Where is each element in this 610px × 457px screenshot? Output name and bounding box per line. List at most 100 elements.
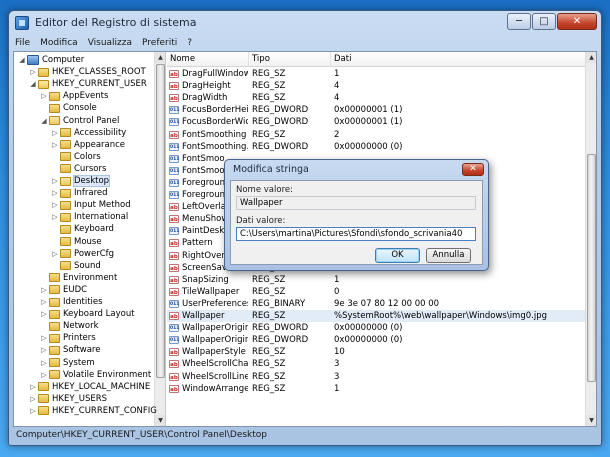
tree-node[interactable]: ▷ HKEY_CLASSES_ROOT (29, 66, 145, 78)
expand-arrow-icon[interactable]: ▷ (40, 346, 48, 354)
minimize-button[interactable]: ─ (507, 13, 531, 30)
tree-node[interactable]: ▷ International (51, 211, 128, 223)
expand-arrow-icon[interactable]: ▷ (40, 371, 48, 379)
expand-arrow-icon[interactable]: ▷ (51, 189, 59, 197)
value-name-field[interactable]: Wallpaper (236, 196, 476, 210)
tree-node[interactable]: ▷ Identities (40, 296, 102, 308)
tree-node[interactable]: ▷ Printers (40, 332, 95, 344)
list-scroll-thumb[interactable] (587, 154, 596, 382)
folder-icon (38, 394, 49, 404)
menu-file[interactable]: File (15, 35, 30, 51)
list-row[interactable]: ab SnapSizing REG_SZ 1 (167, 274, 585, 286)
tree-node[interactable]: ▷ AppEvents (40, 90, 108, 102)
folder-icon (60, 237, 71, 246)
list-row[interactable]: 011WallpaperOriginX REG_DWORD 0x00000000 (… (167, 322, 585, 334)
expand-arrow-icon[interactable]: ◢ (18, 56, 26, 64)
expand-arrow-icon[interactable]: ▷ (40, 92, 48, 100)
tree-node[interactable]: ▷ Input Method (51, 199, 130, 211)
tree-node[interactable]: Colors (51, 151, 101, 163)
list-row[interactable]: 011FocusBorderHei... REG_DWORD 0x00000001 … (167, 104, 585, 116)
ok-button[interactable]: OK (375, 248, 420, 263)
list-row[interactable]: ab FontSmoothing REG_SZ 2 (167, 129, 585, 141)
close-button[interactable]: ✕ (557, 13, 597, 30)
tree-node[interactable]: Console (40, 102, 97, 114)
expand-arrow-icon[interactable]: ▷ (40, 334, 48, 342)
cancel-button[interactable]: Annulla (426, 248, 471, 263)
expand-arrow-icon[interactable]: ▷ (51, 201, 59, 209)
tree-scrollbar[interactable]: ▲ ▼ (154, 52, 165, 426)
expand-arrow-icon[interactable]: ▷ (51, 129, 59, 137)
list-row[interactable]: 011FocusBorderWid... REG_DWORD 0x00000001 … (167, 116, 585, 128)
tree-node[interactable]: ◢ HKEY_CURRENT_USER (29, 78, 147, 90)
expand-arrow-icon[interactable]: ▷ (40, 286, 48, 294)
expand-arrow-icon[interactable]: ▷ (51, 141, 59, 149)
tree-node[interactable]: Keyboard (51, 223, 114, 235)
column-header-tipo[interactable]: Tipo (249, 52, 331, 67)
scroll-up-arrow-icon[interactable]: ▲ (155, 52, 165, 63)
tree-node[interactable]: ◢ Control Panel (40, 115, 119, 127)
list-row[interactable]: 011 FontSmoothing... REG_DWORD 0x00000000 (… (167, 141, 585, 153)
tree-node[interactable]: ▷ HKEY_LOCAL_MACHINE (29, 381, 150, 393)
tree-node[interactable]: ▷ Appearance (51, 139, 125, 151)
list-row[interactable]: ab TileWallpaper REG_SZ 0 (167, 286, 585, 298)
expand-arrow-icon[interactable]: ▷ (51, 177, 59, 185)
tree-node[interactable]: ▷ HKEY_CURRENT_CONFIG (29, 405, 157, 417)
title-bar[interactable]: Editor del Registro di sistema ─ □ ✕ (9, 11, 601, 35)
expand-arrow-icon[interactable]: ▷ (40, 298, 48, 306)
tree-node[interactable]: Sound (51, 260, 101, 272)
tree-node[interactable]: ▷ Infrared (51, 187, 107, 199)
expand-arrow-icon[interactable]: ▷ (51, 213, 59, 221)
tree-node[interactable]: Network (40, 320, 99, 332)
tree-node[interactable]: ▷ Software (40, 344, 100, 356)
list-scrollbar[interactable]: ▲ ▼ (585, 52, 596, 426)
list-row[interactable]: abWheelScrollChars REG_SZ 3 (167, 358, 585, 370)
expand-arrow-icon[interactable]: ▷ (40, 310, 48, 318)
list-row[interactable]: ab WheelScrollLines REG_SZ 3 (167, 371, 585, 383)
list-row[interactable]: ab WallpaperStyle REG_SZ 10 (167, 346, 585, 358)
expand-arrow-icon[interactable]: ▷ (29, 407, 37, 415)
list-row[interactable]: ab Wallpaper REG_SZ %SystemRoot%\web\wallpa… (167, 310, 585, 323)
tree-node[interactable]: ▷ Volatile Environment (40, 369, 151, 381)
maximize-button[interactable]: □ (532, 13, 556, 30)
menu-help[interactable]: ? (187, 35, 192, 51)
value-data-input[interactable]: C:\Users\martina\Pictures\Sfondi\sfondo_… (236, 227, 476, 241)
dialog-close-button[interactable]: ✕ (462, 163, 484, 176)
menu-preferiti[interactable]: Preferiti (142, 35, 177, 51)
column-header-nome[interactable]: Nome (167, 52, 249, 67)
list-row[interactable]: 011WallpaperOriginY REG_DWORD 0x00000000 (… (167, 334, 585, 346)
expand-arrow-icon[interactable]: ▷ (29, 383, 37, 391)
expand-arrow-icon[interactable]: ▷ (29, 395, 37, 403)
tree-node[interactable]: Mouse (51, 236, 102, 248)
tree-node[interactable]: Environment (40, 272, 117, 284)
list-scroll-down-arrow-icon[interactable]: ▼ (586, 415, 596, 426)
tree-scroll-thumb[interactable] (156, 64, 165, 378)
tree-node[interactable]: ◢ Computer (18, 54, 84, 66)
expand-arrow-icon[interactable]: ◢ (29, 80, 37, 88)
expand-arrow-icon[interactable]: ▷ (29, 68, 37, 76)
list-scroll-up-arrow-icon[interactable]: ▲ (586, 52, 596, 63)
list-row[interactable]: 011UserPreferences... REG_BINARY 9e 3e 07 … (167, 298, 585, 310)
tree-node-label: Environment (63, 272, 118, 283)
list-row[interactable]: abWindowArrange... REG_SZ 1 (167, 383, 585, 395)
expand-arrow-icon[interactable]: ◢ (40, 117, 48, 125)
menu-visualizza[interactable]: Visualizza (88, 35, 132, 51)
menu-modifica[interactable]: Modifica (40, 35, 78, 51)
tree-node-label: Console (63, 103, 97, 114)
tree-node[interactable]: ▷ EUDC (40, 284, 87, 296)
expand-arrow-icon[interactable]: ▷ (51, 250, 59, 258)
cell-name: TileWallpaper (182, 286, 240, 297)
tree-node[interactable]: ▷ System (40, 357, 94, 369)
tree-node[interactable]: Cursors (51, 163, 106, 175)
expand-arrow-icon[interactable]: ▷ (40, 359, 48, 367)
tree-node[interactable]: ▷ Keyboard Layout (40, 308, 134, 320)
tree-node[interactable]: ▷ Accessibility (51, 127, 126, 139)
column-header-dati[interactable]: Dati (331, 52, 591, 67)
tree-node[interactable]: ▷ HKEY_USERS (29, 393, 107, 405)
list-row[interactable]: ab DragWidth REG_SZ 4 (167, 92, 585, 104)
list-row[interactable]: ab DragFullWindows REG_SZ 1 (167, 68, 585, 80)
tree-node[interactable]: ▷ Desktop (51, 175, 111, 187)
list-row[interactable]: ab DragHeight REG_SZ 4 (167, 80, 585, 92)
tree-node[interactable]: ▷ PowerCfg (51, 248, 114, 260)
